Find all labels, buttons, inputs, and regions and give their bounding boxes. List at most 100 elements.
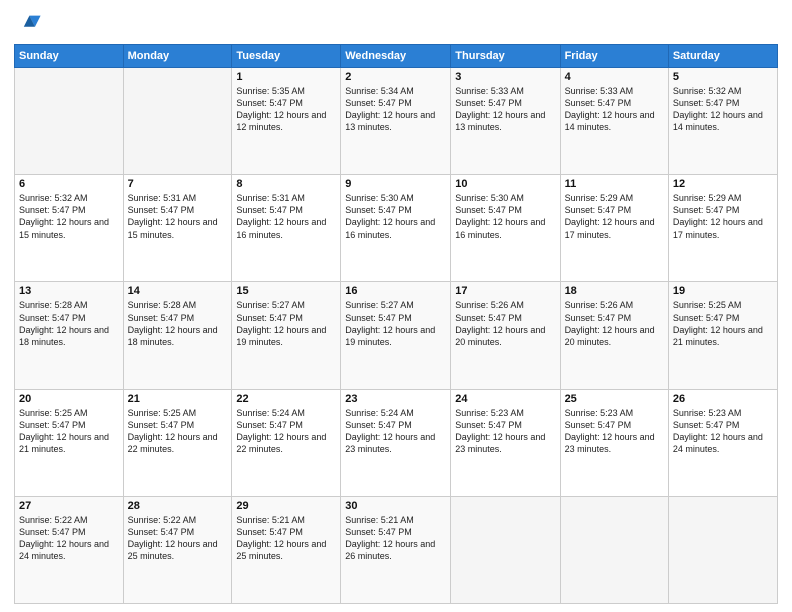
cell-day-number: 6	[19, 178, 119, 190]
calendar-cell: 30 Sunrise: 5:21 AMSunset: 5:47 PMDayligh…	[341, 496, 451, 603]
calendar-cell: 14 Sunrise: 5:28 AMSunset: 5:47 PMDayligh…	[123, 282, 232, 389]
calendar-cell: 2Sunrise: 5:34 AMSunset: 5:47 PMDaylight…	[341, 68, 451, 175]
calendar-cell: 23 Sunrise: 5:24 AMSunset: 5:47 PMDayligh…	[341, 389, 451, 496]
cell-info: Sunrise: 5:22 AMSunset: 5:47 PMDaylight:…	[19, 514, 119, 563]
cell-day-number: 11	[565, 178, 664, 190]
calendar-cell: 9 Sunrise: 5:30 AMSunset: 5:47 PMDaylight…	[341, 175, 451, 282]
week-row-3: 13 Sunrise: 5:28 AMSunset: 5:47 PMDayligh…	[15, 282, 778, 389]
calendar-cell: 18Sunrise: 5:26 AMSunset: 5:47 PMDayligh…	[560, 282, 668, 389]
cell-day-number: 17	[455, 285, 555, 297]
calendar-cell: 15 Sunrise: 5:27 AMSunset: 5:47 PMDayligh…	[232, 282, 341, 389]
header	[14, 10, 778, 38]
cell-info: Sunrise: 5:29 AMSunset: 5:47 PMDaylight:…	[565, 192, 664, 241]
week-row-4: 20 Sunrise: 5:25 AMSunset: 5:47 PMDayligh…	[15, 389, 778, 496]
cell-day-number: 5	[673, 71, 773, 83]
cell-info: Sunrise: 5:30 AMSunset: 5:47 PMDaylight:…	[345, 192, 446, 241]
calendar-cell	[451, 496, 560, 603]
cell-day-number: 10	[455, 178, 555, 190]
calendar-cell	[123, 68, 232, 175]
page: SundayMondayTuesdayWednesdayThursdayFrid…	[0, 0, 792, 612]
calendar-cell: 16 Sunrise: 5:27 AMSunset: 5:47 PMDayligh…	[341, 282, 451, 389]
cell-day-number: 16	[345, 285, 446, 297]
calendar-cell: 17 Sunrise: 5:26 AMSunset: 5:47 PMDayligh…	[451, 282, 560, 389]
calendar-cell: 1Sunrise: 5:35 AMSunset: 5:47 PMDaylight…	[232, 68, 341, 175]
cell-info: Sunrise: 5:24 AMSunset: 5:47 PMDaylight:…	[236, 407, 336, 456]
cell-info: Sunrise: 5:26 AMSunset: 5:47 PMDaylight:…	[455, 299, 555, 348]
cell-day-number: 30	[345, 500, 446, 512]
cell-info: Sunrise: 5:31 AMSunset: 5:47 PMDaylight:…	[128, 192, 228, 241]
weekday-saturday: Saturday	[668, 45, 777, 68]
calendar-cell: 29Sunrise: 5:21 AMSunset: 5:47 PMDayligh…	[232, 496, 341, 603]
cell-info: Sunrise: 5:31 AMSunset: 5:47 PMDaylight:…	[236, 192, 336, 241]
cell-info: Sunrise: 5:21 AMSunset: 5:47 PMDaylight:…	[236, 514, 336, 563]
calendar-cell: 24Sunrise: 5:23 AMSunset: 5:47 PMDayligh…	[451, 389, 560, 496]
weekday-sunday: Sunday	[15, 45, 124, 68]
cell-day-number: 2	[345, 71, 446, 83]
calendar-cell	[668, 496, 777, 603]
cell-day-number: 14	[128, 285, 228, 297]
cell-day-number: 28	[128, 500, 228, 512]
cell-info: Sunrise: 5:32 AMSunset: 5:47 PMDaylight:…	[19, 192, 119, 241]
cell-day-number: 21	[128, 393, 228, 405]
cell-info: Sunrise: 5:25 AMSunset: 5:47 PMDaylight:…	[128, 407, 228, 456]
cell-info: Sunrise: 5:28 AMSunset: 5:47 PMDaylight:…	[128, 299, 228, 348]
cell-day-number: 12	[673, 178, 773, 190]
cell-info: Sunrise: 5:23 AMSunset: 5:47 PMDaylight:…	[565, 407, 664, 456]
cell-info: Sunrise: 5:33 AMSunset: 5:47 PMDaylight:…	[565, 85, 664, 134]
calendar-cell: 7 Sunrise: 5:31 AMSunset: 5:47 PMDaylight…	[123, 175, 232, 282]
cell-day-number: 20	[19, 393, 119, 405]
calendar-table: SundayMondayTuesdayWednesdayThursdayFrid…	[14, 44, 778, 604]
cell-info: Sunrise: 5:28 AMSunset: 5:47 PMDaylight:…	[19, 299, 119, 348]
cell-info: Sunrise: 5:29 AMSunset: 5:47 PMDaylight:…	[673, 192, 773, 241]
cell-info: Sunrise: 5:23 AMSunset: 5:47 PMDaylight:…	[455, 407, 555, 456]
calendar-cell: 10 Sunrise: 5:30 AMSunset: 5:47 PMDayligh…	[451, 175, 560, 282]
logo	[14, 10, 46, 38]
cell-info: Sunrise: 5:35 AMSunset: 5:47 PMDaylight:…	[236, 85, 336, 134]
cell-day-number: 27	[19, 500, 119, 512]
cell-day-number: 13	[19, 285, 119, 297]
weekday-thursday: Thursday	[451, 45, 560, 68]
cell-info: Sunrise: 5:33 AMSunset: 5:47 PMDaylight:…	[455, 85, 555, 134]
cell-info: Sunrise: 5:25 AMSunset: 5:47 PMDaylight:…	[19, 407, 119, 456]
cell-day-number: 3	[455, 71, 555, 83]
calendar-cell: 13 Sunrise: 5:28 AMSunset: 5:47 PMDayligh…	[15, 282, 124, 389]
cell-day-number: 7	[128, 178, 228, 190]
weekday-tuesday: Tuesday	[232, 45, 341, 68]
calendar-cell: 12 Sunrise: 5:29 AMSunset: 5:47 PMDayligh…	[668, 175, 777, 282]
cell-day-number: 18	[565, 285, 664, 297]
calendar-cell: 25 Sunrise: 5:23 AMSunset: 5:47 PMDayligh…	[560, 389, 668, 496]
calendar-cell: 22 Sunrise: 5:24 AMSunset: 5:47 PMDayligh…	[232, 389, 341, 496]
calendar-cell: 8 Sunrise: 5:31 AMSunset: 5:47 PMDaylight…	[232, 175, 341, 282]
cell-info: Sunrise: 5:32 AMSunset: 5:47 PMDaylight:…	[673, 85, 773, 134]
calendar-cell: 6 Sunrise: 5:32 AMSunset: 5:47 PMDaylight…	[15, 175, 124, 282]
weekday-wednesday: Wednesday	[341, 45, 451, 68]
cell-day-number: 19	[673, 285, 773, 297]
cell-info: Sunrise: 5:24 AMSunset: 5:47 PMDaylight:…	[345, 407, 446, 456]
cell-day-number: 26	[673, 393, 773, 405]
cell-day-number: 15	[236, 285, 336, 297]
cell-day-number: 8	[236, 178, 336, 190]
cell-info: Sunrise: 5:22 AMSunset: 5:47 PMDaylight:…	[128, 514, 228, 563]
cell-day-number: 4	[565, 71, 664, 83]
cell-day-number: 9	[345, 178, 446, 190]
week-row-1: 1Sunrise: 5:35 AMSunset: 5:47 PMDaylight…	[15, 68, 778, 175]
calendar-cell: 27 Sunrise: 5:22 AMSunset: 5:47 PMDayligh…	[15, 496, 124, 603]
calendar-cell: 20 Sunrise: 5:25 AMSunset: 5:47 PMDayligh…	[15, 389, 124, 496]
cell-day-number: 25	[565, 393, 664, 405]
weekday-friday: Friday	[560, 45, 668, 68]
cell-day-number: 23	[345, 393, 446, 405]
cell-info: Sunrise: 5:21 AMSunset: 5:47 PMDaylight:…	[345, 514, 446, 563]
calendar-cell: 28 Sunrise: 5:22 AMSunset: 5:47 PMDayligh…	[123, 496, 232, 603]
calendar-cell: 11 Sunrise: 5:29 AMSunset: 5:47 PMDayligh…	[560, 175, 668, 282]
cell-info: Sunrise: 5:30 AMSunset: 5:47 PMDaylight:…	[455, 192, 555, 241]
cell-info: Sunrise: 5:25 AMSunset: 5:47 PMDaylight:…	[673, 299, 773, 348]
cell-day-number: 22	[236, 393, 336, 405]
calendar-cell	[560, 496, 668, 603]
week-row-2: 6 Sunrise: 5:32 AMSunset: 5:47 PMDaylight…	[15, 175, 778, 282]
calendar-cell: 26Sunrise: 5:23 AMSunset: 5:47 PMDayligh…	[668, 389, 777, 496]
calendar-cell	[15, 68, 124, 175]
cell-info: Sunrise: 5:27 AMSunset: 5:47 PMDaylight:…	[236, 299, 336, 348]
cell-info: Sunrise: 5:27 AMSunset: 5:47 PMDaylight:…	[345, 299, 446, 348]
week-row-5: 27 Sunrise: 5:22 AMSunset: 5:47 PMDayligh…	[15, 496, 778, 603]
calendar-cell: 5 Sunrise: 5:32 AMSunset: 5:47 PMDaylight…	[668, 68, 777, 175]
